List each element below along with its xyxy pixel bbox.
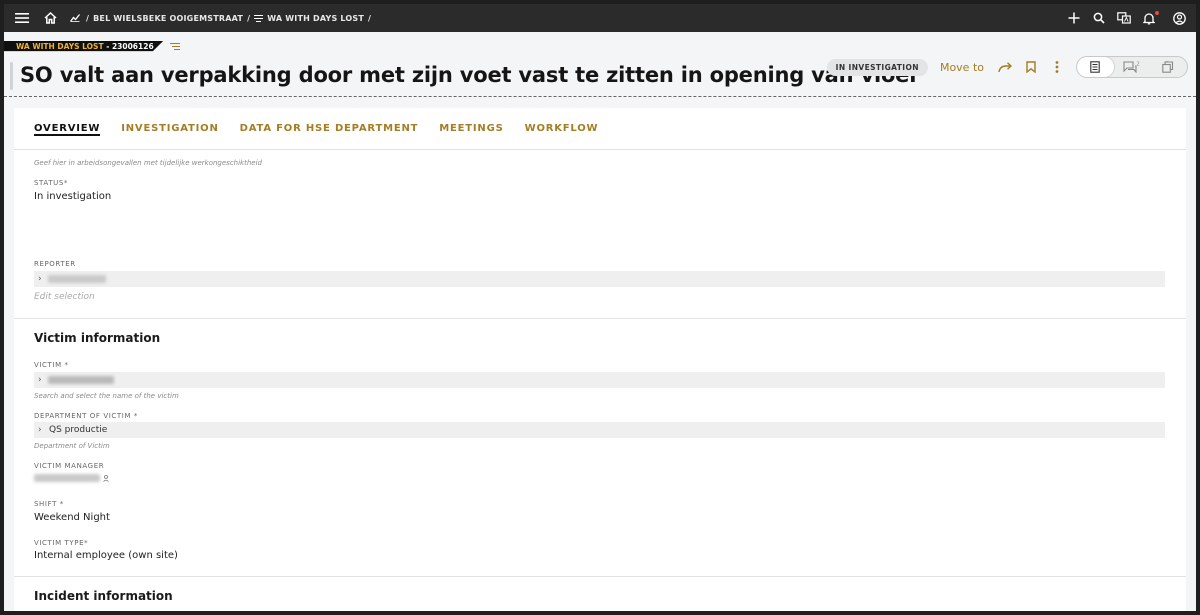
tab-investigation[interactable]: INVESTIGATION [121, 108, 218, 150]
status-label: STATUS* [34, 179, 68, 187]
edit-selection-link[interactable]: Edit selection [34, 292, 95, 302]
tab-workflow[interactable]: WORKFLOW [525, 108, 599, 150]
svg-text:2: 2 [1137, 62, 1140, 68]
top-bar: / BEL WIELSBEKE OOIGEMSTRAAT / WA WITH D… [4, 4, 1196, 32]
chevron-right-icon[interactable]: › [38, 425, 48, 435]
redacted-name [48, 376, 114, 384]
victim-type-value: Internal employee (own site) [34, 550, 178, 561]
reference-type: WA WITH DAYS LOST [16, 41, 104, 51]
breadcrumb-separator: / [86, 13, 90, 23]
victim-manager-label: VICTIM MANAGER [34, 462, 105, 470]
breadcrumb-item-type[interactable]: WA WITH DAYS LOST [267, 14, 364, 23]
view-mode-toggle[interactable]: 2 [1076, 56, 1188, 78]
intro-hint: Geef hier in arbeidsongevallen met tijde… [34, 159, 262, 167]
reference-id: 23006126 [111, 41, 154, 51]
victim-type-label: VICTIM TYPE* [34, 539, 89, 547]
app-frame: / BEL WIELSBEKE OOIGEMSTRAAT / WA WITH D… [4, 4, 1196, 611]
list-icon[interactable] [169, 42, 180, 50]
breadcrumb-separator: / [247, 13, 251, 23]
header-divider [4, 96, 1196, 97]
plus-icon[interactable] [1062, 4, 1086, 32]
person-icon [103, 474, 109, 482]
department-label: DEPARTMENT OF VICTIM * [34, 412, 139, 420]
home-icon[interactable] [40, 4, 60, 32]
notification-dot [1155, 11, 1159, 15]
top-bar-actions [1061, 4, 1196, 32]
chart-icon [70, 14, 80, 22]
detail-card: OVERVIEW INVESTIGATION DATA FOR HSE DEPA… [14, 108, 1186, 611]
more-vertical-icon[interactable] [1044, 56, 1070, 78]
reference-tag-row: WA WITH DAYS LOST - 23006126 [4, 40, 180, 52]
section-divider [14, 576, 1186, 577]
forward-arrow-icon[interactable] [992, 56, 1018, 78]
victim-hint: Search and select the name of the victim [34, 392, 179, 400]
status-value: In investigation [34, 191, 112, 202]
redacted-name [34, 474, 100, 482]
bookmark-icon[interactable] [1018, 56, 1044, 78]
shift-value: Weekend Night [34, 512, 110, 523]
reporter-selection[interactable]: › [34, 271, 1165, 287]
lines-icon [254, 14, 264, 22]
chevron-right-icon[interactable]: › [38, 274, 48, 284]
incident-section-title: Incident information [34, 589, 173, 603]
shift-label: SHIFT * [34, 500, 64, 508]
breadcrumb: / BEL WIELSBEKE OOIGEMSTRAAT / WA WITH D… [70, 14, 375, 23]
user-icon[interactable] [1162, 4, 1196, 32]
reporter-label: REPORTER [34, 260, 76, 268]
section-divider [14, 318, 1186, 319]
reference-tag: WA WITH DAYS LOST - 23006126 [4, 40, 164, 52]
tab-overview[interactable]: OVERVIEW [34, 108, 101, 150]
status-badge: IN INVESTIGATION [826, 58, 928, 76]
hamburger-icon[interactable] [4, 4, 40, 32]
tab-data-for-hse[interactable]: DATA FOR HSE DEPARTMENT [240, 108, 419, 150]
victim-label: VICTIM * [34, 361, 69, 369]
reference-separator: - [103, 41, 112, 51]
tab-bar: OVERVIEW INVESTIGATION DATA FOR HSE DEPA… [14, 108, 1186, 150]
department-value: QS productie [49, 425, 108, 435]
title-accent-bar [10, 62, 13, 90]
victim-selection[interactable]: › [34, 372, 1165, 388]
chevron-right-icon[interactable]: › [38, 375, 48, 385]
title-area: SO valt aan verpakking door met zijn voe… [10, 56, 920, 96]
breadcrumb-item-site[interactable]: BEL WIELSBEKE OOIGEMSTRAAT [93, 14, 243, 23]
move-to-button[interactable]: Move to [940, 61, 984, 74]
search-icon[interactable] [1087, 4, 1111, 32]
redacted-name [48, 275, 106, 283]
translate-icon[interactable] [1112, 4, 1136, 32]
department-selection[interactable]: › QS productie [34, 422, 1165, 438]
page-title: SO valt aan verpakking door met zijn voe… [20, 63, 920, 87]
comments-view-icon[interactable]: 2 [1114, 57, 1151, 77]
breadcrumb-separator: / [368, 13, 372, 23]
victim-section-title: Victim information [34, 331, 161, 345]
header-actions: IN INVESTIGATION Move to 2 [826, 56, 1188, 78]
department-hint: Department of Victim [34, 442, 110, 450]
tab-meetings[interactable]: MEETINGS [439, 108, 503, 150]
victim-manager-value [34, 474, 109, 482]
pages-view-icon[interactable] [1150, 57, 1187, 77]
bell-icon[interactable] [1137, 4, 1161, 32]
document-view-icon[interactable] [1077, 57, 1114, 77]
